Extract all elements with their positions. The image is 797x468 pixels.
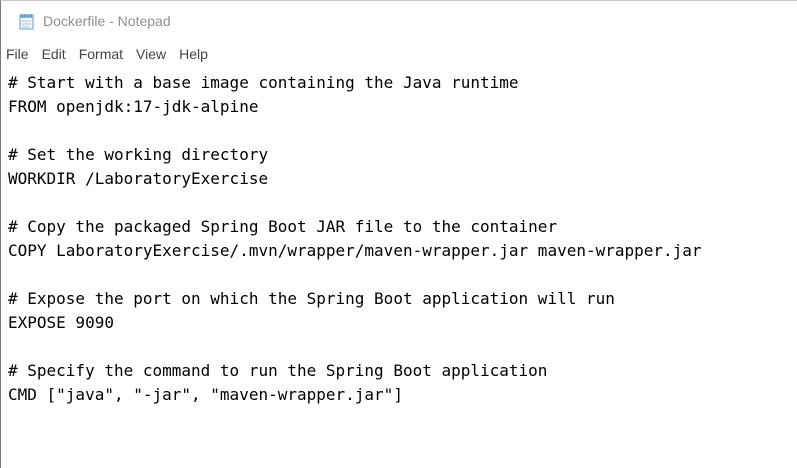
editor-line: # Copy the packaged Spring Boot JAR file… [8, 217, 558, 236]
menu-format[interactable]: Format [71, 46, 128, 62]
notepad-icon [18, 13, 35, 30]
editor-line: # Expose the port on which the Spring Bo… [8, 289, 615, 308]
menu-bar: File Edit Format View Help [1, 41, 797, 67]
editor-line: COPY LaboratoryExercise/.mvn/wrapper/mav… [8, 241, 702, 260]
menu-help[interactable]: Help [171, 46, 213, 62]
menu-edit[interactable]: Edit [34, 46, 71, 62]
editor-line: WORKDIR /LaboratoryExercise [8, 169, 269, 188]
editor-line: EXPOSE 9090 [8, 313, 114, 332]
notepad-window: Dockerfile - Notepad File Edit Format Vi… [0, 0, 797, 468]
text-editor[interactable]: # Start with a base image containing the… [8, 71, 791, 468]
editor-line: CMD ["java", "-jar", "maven-wrapper.jar"… [8, 385, 403, 404]
menu-file[interactable]: File [1, 46, 34, 62]
title-bar[interactable]: Dockerfile - Notepad [1, 1, 797, 41]
editor-line: # Start with a base image containing the… [8, 73, 519, 92]
editor-line: FROM openjdk:17-jdk-alpine [8, 97, 259, 116]
menu-view[interactable]: View [128, 46, 171, 62]
editor-line: # Specify the command to run the Spring … [8, 361, 548, 380]
editor-line: # Set the working directory [8, 145, 269, 164]
window-title: Dockerfile - Notepad [43, 13, 171, 29]
